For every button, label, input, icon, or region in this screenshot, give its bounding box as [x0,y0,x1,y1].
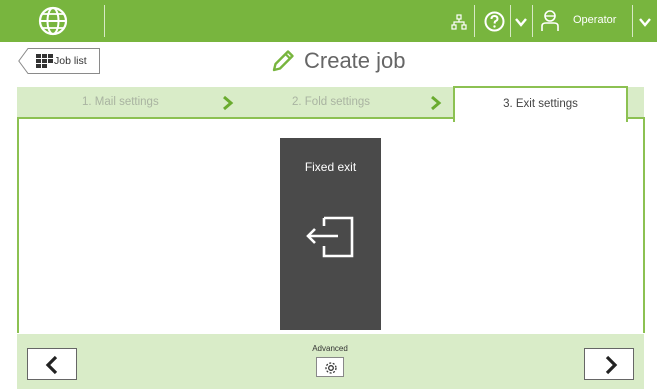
top-bar: Operator [0,0,657,42]
chevron-down-icon[interactable] [637,14,653,30]
separator [510,5,511,37]
separator [474,5,475,37]
page-title-wrap: Create job [270,46,406,76]
exit-icon [306,216,354,258]
tab-fold-settings[interactable]: 2. Fold settings [292,96,370,108]
network-icon [451,14,467,30]
tab-exit-settings-label: 3. Exit settings [503,98,578,110]
user-label[interactable]: Operator [573,14,616,26]
page-title: Create job [304,48,406,73]
chevron-right-icon [223,95,234,111]
fixed-exit-label: Fixed exit [304,160,357,174]
fixed-exit-card[interactable]: Fixed exit [280,138,381,330]
help-icon[interactable] [484,11,505,32]
separator [632,5,633,37]
chevron-left-icon [45,355,58,375]
tab-mail-settings[interactable]: 1. Mail settings [82,96,159,108]
gear-icon [325,362,337,374]
next-button[interactable] [584,348,634,380]
globe-icon[interactable] [38,6,68,36]
advanced-button[interactable] [316,357,344,377]
previous-button[interactable] [27,348,77,380]
operator-icon [541,10,559,31]
job-list-label: Job list [54,55,87,67]
active-tab-joint [455,116,626,120]
pencil-icon [272,50,294,72]
advanced-label: Advanced [312,344,348,353]
chevron-right-icon [605,355,618,375]
separator [532,5,533,37]
job-list-icon [36,54,53,68]
chevron-down-icon[interactable] [513,14,529,30]
job-list-button[interactable]: Job list [18,48,100,74]
separator [104,5,105,37]
chevron-right-icon [431,95,442,111]
